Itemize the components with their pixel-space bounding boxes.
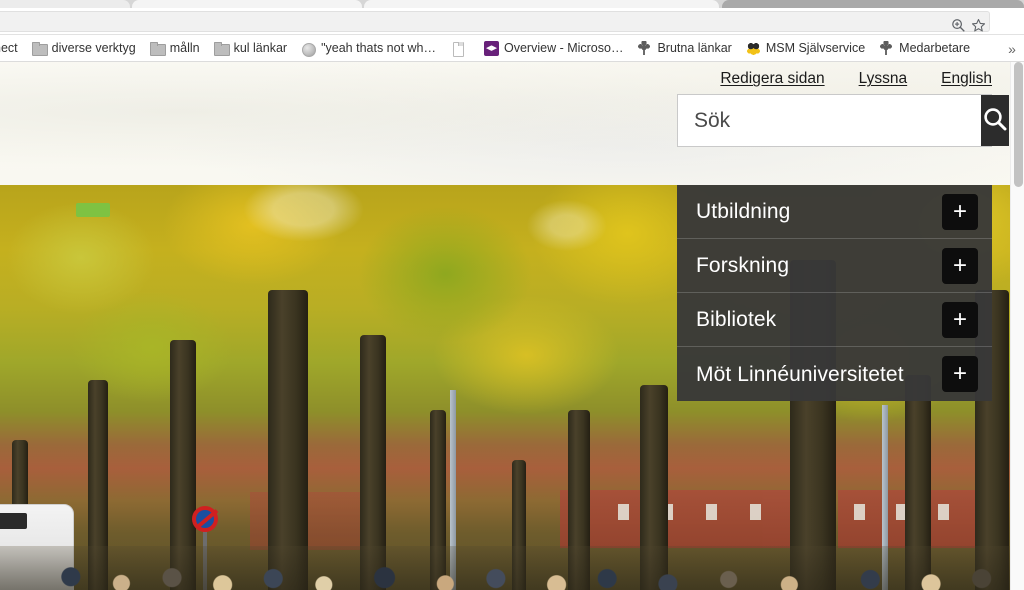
- tree-icon: [637, 41, 652, 56]
- bookmark-label: MSM Självservice: [765, 41, 866, 56]
- scrollbar-thumb[interactable]: [1014, 62, 1023, 187]
- bookmark-label: kul länkar: [233, 41, 288, 56]
- bookmarks-overflow-icon[interactable]: »: [1004, 40, 1020, 58]
- no-parking-sign-icon: [192, 506, 218, 532]
- bookmark-item-msm-sjalvservice[interactable]: MSM Självservice: [739, 38, 872, 60]
- visual-studio-icon: ◂▸: [484, 41, 499, 56]
- crowd-of-people: [0, 546, 1012, 590]
- tab-strip: [0, 0, 1024, 8]
- bookmark-label: målln: [169, 41, 200, 56]
- menu-item-bibliotek[interactable]: Bibliotek +: [677, 293, 992, 347]
- blank-document-icon: [450, 41, 465, 57]
- menu-item-forskning[interactable]: Forskning +: [677, 239, 992, 293]
- bookmark-item-overview-microsoft[interactable]: ◂▸ Overview - Microso…: [477, 38, 630, 60]
- utility-links: Redigera sidan Lyssna English: [720, 62, 992, 96]
- menu-item-mot-linneuniversitetet[interactable]: Möt Linnéuniversitetet +: [677, 347, 992, 401]
- plus-icon[interactable]: +: [942, 301, 978, 338]
- folder-icon: [31, 41, 48, 56]
- browser-toolbar: [0, 8, 1024, 147]
- search-button[interactable]: [981, 95, 1009, 146]
- page-viewport: Redigera sidan Lyssna English Sök Utbild…: [0, 62, 1024, 590]
- bookmark-item-malln[interactable]: målln: [143, 38, 207, 60]
- link-redigera-sidan[interactable]: Redigera sidan: [720, 71, 824, 87]
- bookmark-label: nect: [0, 41, 18, 56]
- bookmark-item-diverse-verktyg[interactable]: diverse verktyg: [25, 38, 143, 60]
- link-lyssna[interactable]: Lyssna: [859, 71, 908, 87]
- tab-fragment[interactable]: [132, 0, 362, 8]
- bookmark-item-kul-lankar[interactable]: kul länkar: [207, 38, 295, 60]
- bookmark-item-blank[interactable]: [443, 38, 477, 60]
- menu-item-label: Forskning: [696, 254, 790, 277]
- address-bar[interactable]: [0, 11, 990, 32]
- site-header: Redigera sidan Lyssna English: [0, 62, 1012, 185]
- tab-fragment-active[interactable]: [722, 0, 1024, 8]
- tree-trunk: [268, 290, 308, 590]
- globe-icon: [301, 41, 317, 57]
- menu-item-label: Bibliotek: [696, 308, 777, 331]
- link-english[interactable]: English: [941, 71, 992, 87]
- star-icon[interactable]: [970, 17, 986, 33]
- bookmark-label: Medarbetare: [899, 41, 971, 56]
- search-icon: [981, 105, 1009, 136]
- bookmark-label: Overview - Microso…: [504, 41, 624, 56]
- bookmarks-bar: nect diverse verktyg målln kul länkar "y…: [0, 36, 1024, 62]
- folder-icon: [149, 41, 166, 56]
- bookmark-label: "yeah thats not wh…: [321, 41, 436, 56]
- page-scrollbar[interactable]: [1010, 62, 1024, 590]
- menu-item-utbildning[interactable]: Utbildning +: [677, 185, 992, 239]
- menu-item-label: Möt Linnéuniversitetet: [696, 362, 904, 386]
- search-input[interactable]: [678, 95, 981, 146]
- main-menu: Utbildning + Forskning + Bibliotek + Möt…: [677, 185, 992, 401]
- bookmark-item-brutna-lankar[interactable]: Brutna länkar: [630, 38, 738, 60]
- browser-window: nect diverse verktyg målln kul länkar "y…: [0, 0, 1024, 590]
- plus-icon[interactable]: +: [942, 356, 978, 392]
- tab-fragment[interactable]: [364, 0, 719, 8]
- folder-icon: [213, 41, 230, 56]
- bus-window: [0, 513, 27, 529]
- bus-stripe: [76, 203, 110, 217]
- plus-icon[interactable]: +: [942, 193, 978, 230]
- tab-fragment[interactable]: [0, 0, 130, 8]
- bookmark-item-yeah-thats-not[interactable]: "yeah thats not wh…: [294, 38, 443, 60]
- menu-item-label: Utbildning: [696, 200, 791, 223]
- bookmark-item[interactable]: nect: [0, 38, 25, 60]
- bookmark-label: diverse verktyg: [51, 41, 136, 56]
- building: [560, 490, 790, 548]
- diamond-cluster-icon: [746, 41, 761, 56]
- search-box: [677, 94, 1009, 147]
- zoom-in-icon[interactable]: [950, 17, 966, 33]
- bookmark-item-medarbetare[interactable]: Medarbetare: [872, 38, 977, 60]
- bookmark-label: Brutna länkar: [657, 41, 732, 56]
- tree-icon: [879, 41, 894, 56]
- plus-icon[interactable]: +: [942, 247, 978, 284]
